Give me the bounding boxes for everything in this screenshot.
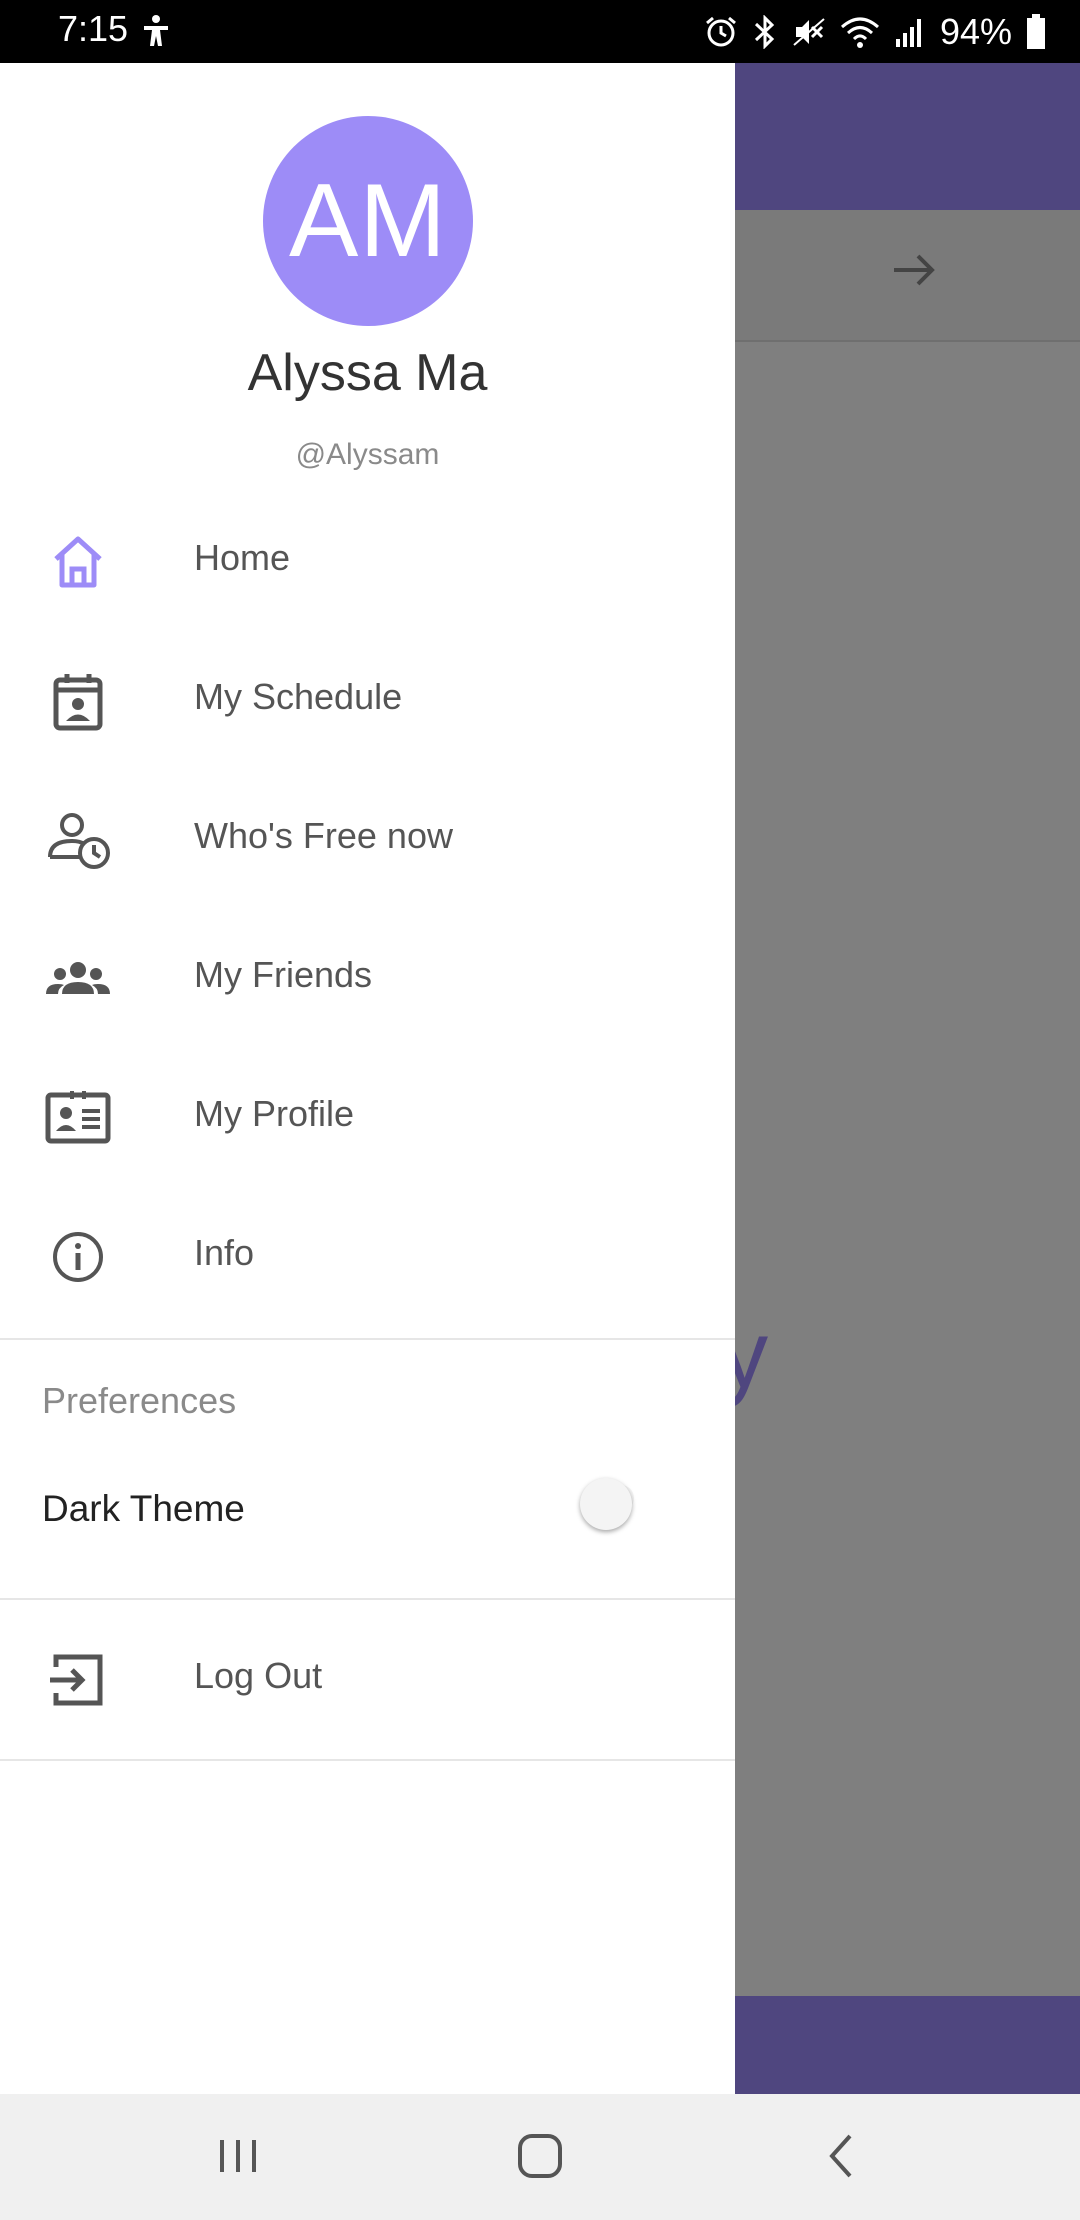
back-icon[interactable]	[812, 2126, 872, 2186]
alarm-icon	[705, 16, 736, 47]
menu-item-home[interactable]: Home	[0, 497, 735, 627]
home-icon	[54, 536, 102, 588]
mute-icon	[793, 18, 825, 46]
battery-icon	[1027, 14, 1045, 49]
menu-item-label: Who's Free now	[194, 815, 453, 856]
recents-icon[interactable]	[208, 2126, 268, 2186]
toggle-thumb	[580, 1478, 632, 1530]
user-name: Alyssa Ma	[247, 344, 488, 402]
avatar-initials: AM	[289, 162, 447, 279]
divider	[0, 1759, 735, 1761]
id-card-icon	[45, 1091, 111, 1144]
person-clock-icon	[48, 813, 110, 869]
dark-theme-label: Dark Theme	[42, 1488, 245, 1529]
menu-item-my-schedule[interactable]: My Schedule	[0, 636, 735, 766]
status-time: 7:15	[58, 8, 129, 49]
user-handle: @Alyssam	[295, 438, 440, 471]
logout-button[interactable]: Log Out	[0, 1615, 735, 1745]
menu-item-info[interactable]: Info	[0, 1192, 735, 1322]
home-button-icon[interactable]	[510, 2126, 570, 2186]
preferences-header: Preferences	[42, 1380, 237, 1421]
logout-icon	[50, 1654, 103, 1706]
calendar-person-icon	[53, 674, 103, 731]
menu-item-my-profile[interactable]: My Profile	[0, 1053, 735, 1183]
logout-label: Log Out	[194, 1655, 323, 1696]
menu-item-whos-free-now[interactable]: Who's Free now	[0, 775, 735, 905]
avatar[interactable]: AM	[263, 116, 473, 326]
arrow-right-icon	[894, 254, 935, 286]
accessibility-icon	[144, 15, 168, 46]
signal-icon	[895, 19, 921, 47]
navigation-drawer: AM Alyssa Ma @Alyssam Home My Schedule W…	[0, 63, 735, 2094]
divider	[0, 1598, 735, 1600]
group-icon	[46, 962, 110, 994]
menu-item-label: My Schedule	[194, 676, 403, 717]
wifi-icon	[840, 17, 879, 48]
menu-item-my-friends[interactable]: My Friends	[0, 914, 735, 1044]
menu-item-label: My Friends	[194, 954, 373, 995]
bluetooth-icon	[754, 15, 775, 49]
menu-item-label: Home	[194, 537, 291, 578]
info-icon	[53, 1232, 103, 1282]
system-nav-bar	[0, 2094, 1080, 2220]
divider	[0, 1338, 735, 1340]
menu-item-label: My Profile	[194, 1093, 355, 1134]
status-bar: 7:15 94%	[0, 0, 1080, 63]
battery-percent: 94%	[939, 11, 1012, 52]
menu-item-label: Info	[194, 1232, 255, 1273]
